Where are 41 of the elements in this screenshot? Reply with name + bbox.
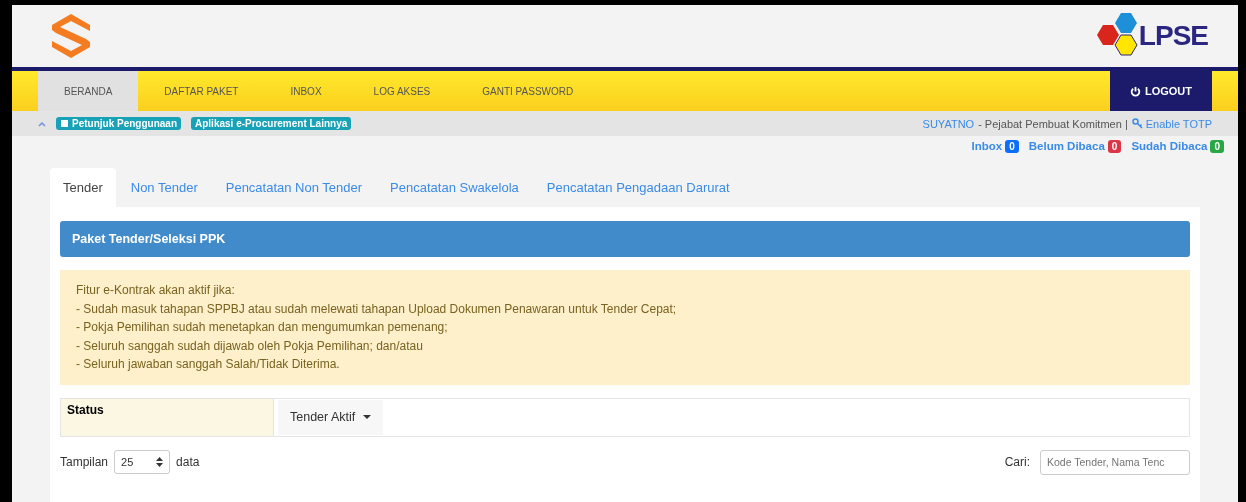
help-link[interactable]: Aplikasi e-Procurement Lainnya	[191, 117, 352, 130]
tab[interactable]: Pencatatan Non Tender	[212, 168, 376, 207]
search-field[interactable]: Kode Tender, Nama Tenc	[1040, 449, 1190, 475]
tab[interactable]: Pencatatan Swakelola	[377, 168, 532, 207]
message-counter-link[interactable]: Sudah Dibaca 0	[1131, 140, 1224, 152]
notice-line: - Seluruh sanggah sudah dijawab oleh Pokja Pemilihan; dan/atau	[76, 337, 424, 355]
page-length-suffix: data	[176, 455, 200, 469]
key-icon	[1131, 118, 1143, 129]
notice-line: - Sudah masuk tahapan SPPBJ atau sudah melewati tahapan Upload Dokumen Penawaran untuk Tender Cepat;	[76, 300, 678, 318]
help-link[interactable]: Petunjuk Penggunaan	[56, 117, 181, 130]
nav-item[interactable]: DAFTAR PAKET	[138, 71, 265, 111]
notice-line: - Seluruh jawaban sanggah Salah/Tidak Diterima.	[76, 356, 341, 373]
message-counter-link[interactable]: Inbox 0	[971, 140, 1019, 152]
status-label: Status	[61, 398, 274, 436]
lpse-logo: LPSE	[1094, 13, 1208, 59]
sort-arrows-icon	[156, 457, 164, 467]
page-length-select[interactable]: 25	[114, 450, 171, 474]
tab[interactable]: Pencatatan Pengadaan Darurat	[533, 168, 743, 207]
count-badge: 0	[1210, 140, 1224, 153]
notice-line: Fitur e-Kontrak akan aktif jika:	[76, 282, 236, 299]
nav-item[interactable]: BERANDA	[38, 71, 139, 111]
power-icon	[1129, 85, 1141, 97]
search-label: Cari:	[1004, 455, 1030, 469]
nav-item[interactable]: GANTI PASSWORD	[456, 71, 600, 111]
status-dropdown[interactable]: Tender Aktif	[278, 399, 384, 435]
page-length-label: Tampilan	[60, 455, 109, 469]
user-name-link[interactable]: SUYATNO	[922, 117, 975, 130]
panel-title: Paket Tender/Seleksi PPK	[60, 221, 1190, 257]
chevron-up-icon[interactable]	[38, 120, 46, 127]
message-counter-link[interactable]: Belum Dibaca 0	[1028, 140, 1122, 152]
tab[interactable]: Tender	[50, 168, 116, 207]
enable-totp-link[interactable]: Enable TOTP	[1145, 117, 1212, 130]
count-badge: 0	[1005, 140, 1019, 153]
tab[interactable]: Non Tender	[117, 168, 211, 207]
nav-item[interactable]: LOG AKSES	[347, 71, 457, 111]
caret-icon	[363, 414, 372, 420]
count-badge: 0	[1107, 140, 1122, 153]
nav-item[interactable]: INBOX	[264, 71, 348, 111]
notice-line: - Pokja Pemilihan sudah menetapkan dan mengumumkan pemenang;	[76, 319, 449, 336]
logout-button[interactable]: LOGOUT	[1109, 71, 1212, 111]
user-role: - Pejabat Pembuat Komitmen |	[978, 117, 1128, 130]
